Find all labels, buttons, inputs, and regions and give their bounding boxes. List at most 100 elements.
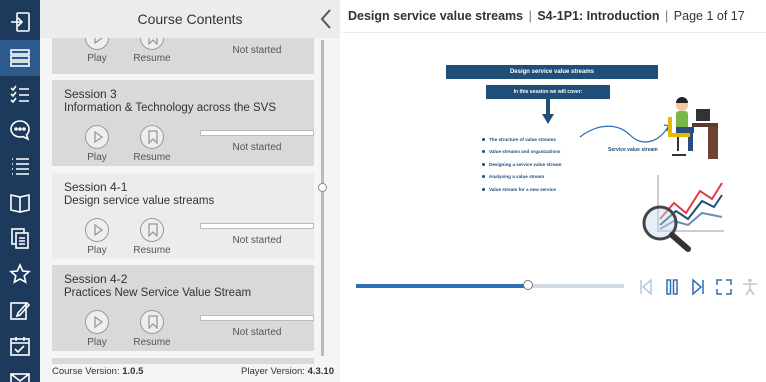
list-icon — [12, 158, 29, 175]
resume-label: Resume — [133, 152, 171, 163]
favorites-button[interactable] — [0, 256, 40, 292]
lesson-title: S4-1P1: Introduction — [537, 9, 660, 23]
play-icon — [85, 38, 109, 50]
calendar-button[interactable] — [0, 328, 40, 364]
course-version: Course Version: 1.0.5 — [52, 366, 144, 377]
play-icon — [85, 310, 109, 334]
session-number: Session 4-2 — [64, 272, 128, 286]
session-title: Design service value streams — [348, 9, 524, 23]
header-separator: | — [528, 9, 532, 23]
course-player: Course Contents Play Resume Not started … — [0, 0, 766, 382]
session-number: Session 4-1 — [64, 180, 128, 194]
notes-button[interactable] — [0, 292, 40, 328]
bookmark-icon — [140, 218, 164, 242]
previous-button[interactable] — [636, 277, 656, 297]
header-separator: | — [665, 9, 669, 23]
contents-scrollbar[interactable] — [321, 40, 324, 356]
session-status: Not started — [232, 142, 282, 153]
book-icon — [10, 194, 30, 213]
bookmark-icon — [140, 310, 164, 334]
session-item[interactable]: Session 3 Information & Technology acros… — [52, 80, 314, 166]
play-button[interactable]: Play — [72, 38, 122, 64]
session-item-current[interactable]: Session 4-1 Design service value streams… — [52, 173, 314, 259]
slide-banner: Design service value streams — [446, 65, 658, 79]
mail-button[interactable] — [0, 362, 40, 382]
contents-button[interactable] — [0, 40, 40, 76]
contents-icon — [10, 49, 30, 67]
resume-button[interactable]: Resume — [127, 125, 177, 163]
session-list: Play Resume Not started Session 3 Inform… — [52, 38, 314, 364]
slide-bullet: Value streams and organizations — [482, 146, 562, 159]
player-version: Player Version: 4.3.10 — [241, 366, 334, 377]
nav-rail — [0, 0, 40, 382]
session-item[interactable]: Play Resume Not started — [52, 38, 314, 74]
bookmark-icon — [140, 125, 164, 149]
checklist-button[interactable] — [0, 76, 40, 112]
session-name: Information & Technology across the SVS — [64, 102, 277, 114]
course-contents-panel: Course Contents Play Resume Not started … — [40, 0, 340, 382]
bookmark-icon — [140, 38, 164, 50]
seek-bar-thumb[interactable] — [522, 280, 533, 290]
resume-button[interactable]: Resume — [127, 310, 177, 348]
chart-magnifier-illustration — [642, 175, 724, 252]
panel-title: Course Contents — [40, 0, 340, 38]
session-status: Not started — [232, 45, 282, 56]
session-number: Session 3 — [64, 87, 117, 101]
star-icon — [9, 263, 31, 284]
edit-icon — [10, 301, 31, 320]
play-label: Play — [87, 245, 107, 256]
slide-viewer: Design service value streams In this ses… — [342, 32, 766, 270]
exit-icon — [11, 12, 30, 32]
person-at-desk-illustration — [668, 97, 718, 159]
version-footer: Course Version: 1.0.5 Player Version: 4.… — [52, 366, 334, 382]
documents-button[interactable] — [0, 220, 40, 256]
play-label: Play — [87, 53, 107, 64]
session-status: Not started — [232, 235, 282, 246]
documents-icon — [11, 228, 29, 249]
slide-intro: In this session we will cover: — [486, 85, 610, 99]
collapse-panel-button[interactable] — [318, 8, 334, 30]
resume-label: Resume — [133, 337, 171, 348]
resume-label: Resume — [133, 53, 171, 64]
page-indicator: Page 1 of 17 — [673, 9, 745, 23]
resume-label: Resume — [133, 245, 171, 256]
play-button[interactable]: Play — [72, 218, 122, 256]
callout-label: Service value stream — [608, 147, 658, 153]
play-label: Play — [87, 337, 107, 348]
play-button[interactable]: Play — [72, 310, 122, 348]
session-progress-bar — [200, 315, 314, 321]
next-button[interactable] — [688, 277, 708, 297]
session-progress-bar — [200, 223, 314, 229]
calendar-icon — [10, 337, 30, 356]
session-item[interactable]: Session 4-2 Practices New Service Value … — [52, 265, 314, 351]
session-item[interactable] — [52, 358, 314, 364]
list-button[interactable] — [0, 148, 40, 184]
accessibility-button[interactable] — [740, 277, 760, 297]
slide-bullet: Analysing a value stream — [482, 171, 562, 184]
book-button[interactable] — [0, 184, 40, 220]
pause-button[interactable] — [662, 277, 682, 297]
play-icon — [85, 125, 109, 149]
seek-bar[interactable] — [356, 284, 624, 288]
session-name: Design service value streams — [64, 195, 215, 207]
resume-button[interactable]: Resume — [127, 218, 177, 256]
play-button[interactable]: Play — [72, 125, 122, 163]
seek-bar-progress — [356, 284, 528, 288]
session-status: Not started — [232, 327, 282, 338]
slide-bullet: Value stream for a new service — [482, 183, 562, 196]
play-label: Play — [87, 152, 107, 163]
mail-icon — [10, 373, 30, 382]
fullscreen-button[interactable] — [714, 277, 734, 297]
contents-scrollbar-thumb[interactable] — [318, 183, 327, 192]
play-icon — [85, 218, 109, 242]
checklist-icon — [10, 85, 29, 104]
slide-bullet: The structure of value streams — [482, 133, 562, 146]
lesson-header: Design service value streams | S4-1P1: I… — [348, 9, 745, 23]
chat-button[interactable] — [0, 112, 40, 148]
exit-button[interactable] — [0, 4, 40, 40]
chat-icon — [10, 120, 30, 141]
slide-bullets: The structure of value streams Value str… — [482, 133, 562, 196]
resume-button[interactable]: Resume — [127, 38, 177, 64]
session-progress-bar — [200, 130, 314, 136]
slide-bullet: Designing a service value stream — [482, 158, 562, 171]
